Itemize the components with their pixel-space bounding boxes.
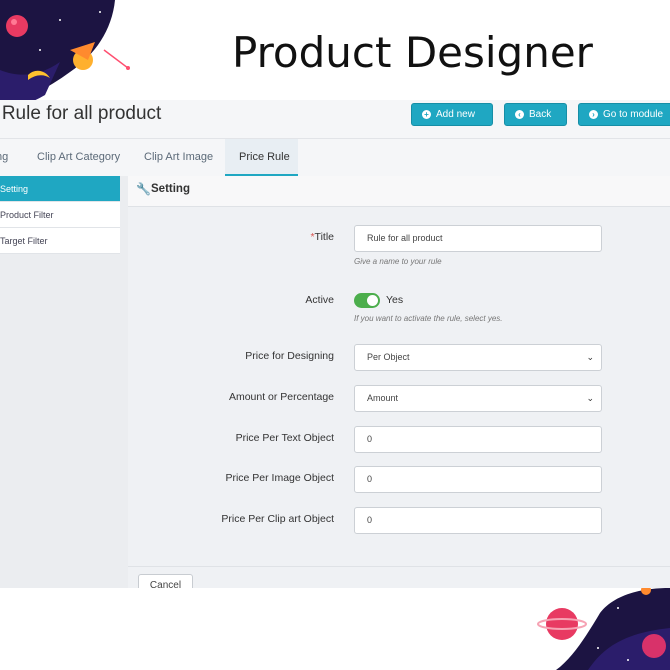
- wrench-icon: 🔧: [136, 182, 151, 196]
- banner-heading: Product Designer: [232, 28, 593, 77]
- cancel-button[interactable]: Cancel: [138, 574, 193, 588]
- plus-circle-icon: +: [422, 110, 431, 119]
- go-to-module-label: Go to module: [603, 109, 664, 120]
- panel-title: Setting: [151, 183, 190, 195]
- price-for-designing-label: Price for Designing: [245, 350, 334, 362]
- toggle-knob: [367, 295, 378, 306]
- arrow-right-circle-icon: ›: [589, 110, 598, 119]
- active-value: Yes: [386, 294, 404, 306]
- page-title: t: Rule for all product: [0, 103, 162, 124]
- space-illustration-bottom-right: [537, 588, 670, 670]
- price-for-designing-select[interactable]: Per Object ⌄: [354, 344, 602, 371]
- amount-or-percentage-label: Amount or Percentage: [228, 391, 334, 403]
- arrow-left-circle-icon: ‹: [515, 110, 524, 119]
- back-button[interactable]: ‹ Back: [504, 103, 567, 126]
- add-new-button[interactable]: + Add new: [411, 103, 493, 126]
- sidebar-item-product-filter[interactable]: Product Filter: [0, 202, 120, 228]
- price-per-text-label: Price Per Text Object: [235, 432, 334, 444]
- price-per-clipart-label: Price Per Clip art Object: [221, 513, 334, 525]
- tab-clip-art-image[interactable]: Clip Art Image: [144, 139, 213, 176]
- active-label: Active: [305, 294, 334, 306]
- add-new-label: Add new: [436, 109, 475, 120]
- space-illustration-top-left: [0, 0, 130, 110]
- sidebar-item-setting[interactable]: Setting: [0, 176, 120, 202]
- tab-clip-art-category[interactable]: Clip Art Category: [37, 139, 120, 176]
- title-input[interactable]: Rule for all product: [354, 225, 602, 252]
- go-to-module-button[interactable]: › Go to module: [578, 103, 670, 126]
- price-per-image-input[interactable]: 0: [354, 466, 602, 493]
- active-help: If you want to activate the rule, select…: [354, 314, 503, 323]
- price-for-designing-value: Per Object: [367, 352, 410, 362]
- sidebar-item-target-filter[interactable]: Target Filter: [0, 228, 120, 254]
- tab-price-rule[interactable]: Price Rule: [225, 139, 298, 176]
- title-label-text: Title: [314, 231, 334, 243]
- app-window: t: Rule for all product + Add new ‹ Back ›…: [0, 100, 670, 588]
- footer-divider: [128, 566, 670, 567]
- setting-panel: 🔧 Setting *Title Rule for all product Gi…: [128, 176, 670, 588]
- chevron-down-icon: ⌄: [586, 393, 594, 403]
- price-per-text-input[interactable]: 0: [354, 426, 602, 453]
- chevron-down-icon: ⌄: [586, 352, 594, 362]
- sidebar: Setting Product Filter Target Filter: [0, 176, 129, 588]
- amount-or-percentage-value: Amount: [367, 393, 399, 403]
- title-label: *Title: [310, 231, 334, 243]
- active-toggle[interactable]: [354, 293, 380, 308]
- amount-or-percentage-select[interactable]: Amount ⌄: [354, 385, 602, 412]
- price-per-image-label: Price Per Image Object: [225, 472, 334, 484]
- price-per-clipart-input[interactable]: 0: [354, 507, 602, 534]
- back-label: Back: [529, 109, 552, 120]
- tab-bar: ng Clip Art Category Clip Art Image Pric…: [0, 138, 670, 178]
- panel-header: 🔧 Setting: [128, 176, 670, 207]
- title-help: Give a name to your rule: [354, 257, 442, 266]
- tab-setting[interactable]: ng: [0, 139, 8, 176]
